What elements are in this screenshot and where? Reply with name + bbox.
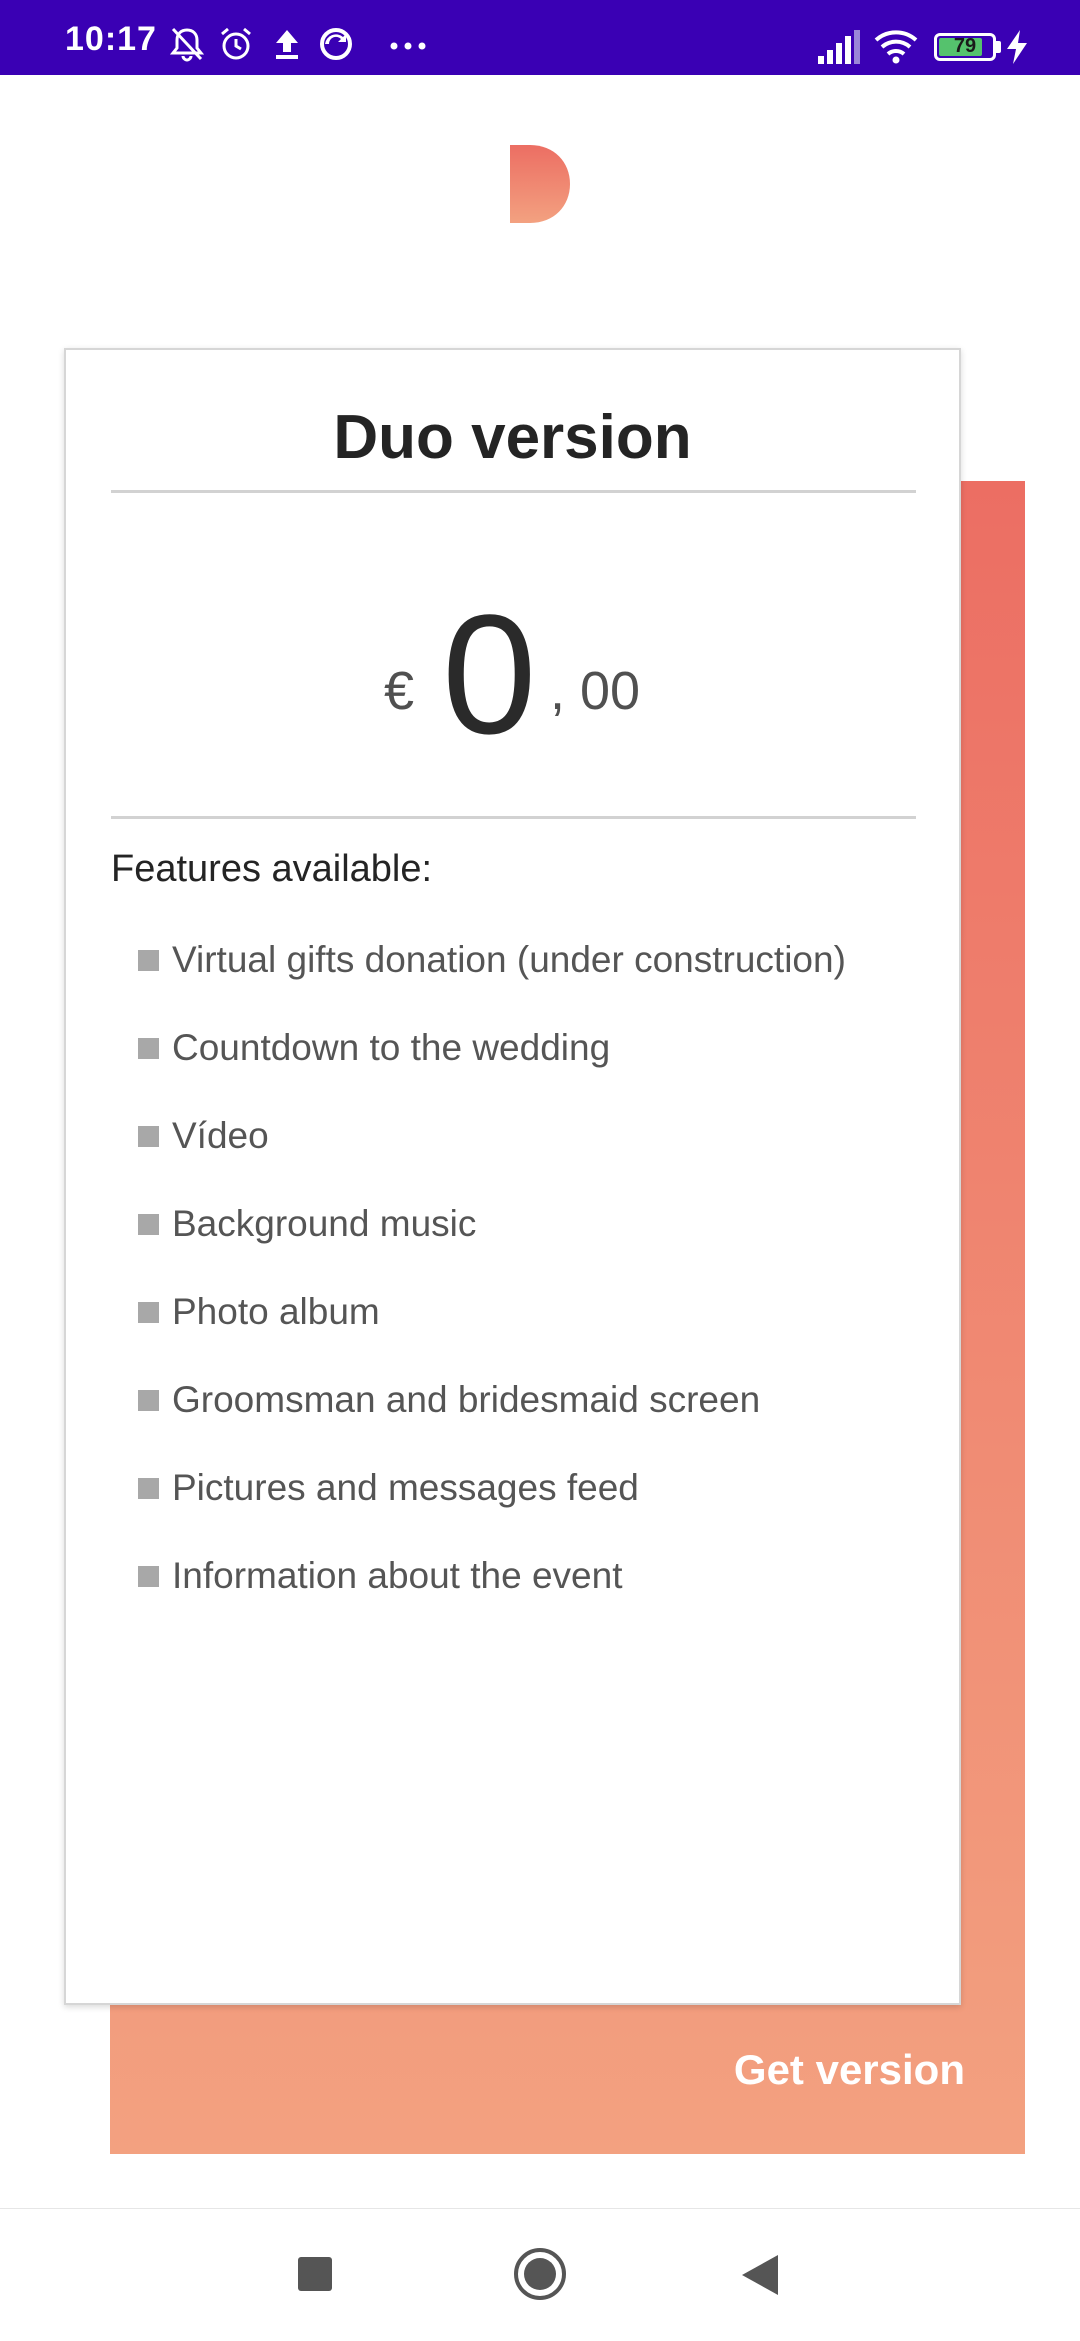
battery-tip <box>996 41 1001 53</box>
bell-off-icon <box>170 27 204 62</box>
feature-label: Virtual gifts donation (under constructi… <box>172 939 846 980</box>
battery-icon: 79 <box>934 33 996 61</box>
bullet-square-icon <box>138 1566 159 1587</box>
feature-label: Photo album <box>172 1291 380 1332</box>
list-item: Information about the event <box>138 1556 918 1596</box>
wifi-icon <box>874 30 918 64</box>
battery-level: 79 <box>953 35 977 57</box>
feature-label: Background music <box>172 1203 477 1244</box>
bullet-square-icon <box>138 1126 159 1147</box>
plan-title: Duo version <box>333 403 692 472</box>
home-icon[interactable] <box>513 2247 567 2301</box>
upload-icon <box>276 30 298 59</box>
price-whole: 0 <box>442 580 537 770</box>
get-version-button[interactable]: Get version <box>734 2046 965 2094</box>
status-bar: 10:17 79 <box>0 0 1080 75</box>
feature-label: Pictures and messages feed <box>172 1467 639 1508</box>
signal-icon <box>818 30 860 64</box>
plan-card: Duo version € 0 , 00 Features available:… <box>64 348 961 2005</box>
price-divider <box>111 816 916 819</box>
price-currency: € <box>384 661 415 721</box>
back-icon[interactable] <box>742 2255 778 2295</box>
features-list: Virtual gifts donation (under constructi… <box>138 940 918 1644</box>
plan-price: € 0 , 00 <box>66 590 959 760</box>
alarm-icon <box>221 27 251 60</box>
status-time: 10:17 <box>65 20 157 58</box>
feature-label: Countdown to the wedding <box>172 1027 611 1068</box>
sync-icon <box>320 28 352 60</box>
title-divider <box>111 490 916 493</box>
bullet-square-icon <box>138 1038 159 1059</box>
list-item: Pictures and messages feed <box>138 1468 918 1508</box>
features-heading: Features available: <box>111 848 433 890</box>
navigation-bar <box>0 2208 1080 2341</box>
bullet-square-icon <box>138 1390 159 1411</box>
feature-label: Groomsman and bridesmaid screen <box>172 1379 761 1420</box>
list-item: Countdown to the wedding <box>138 1028 918 1068</box>
list-item: Vídeo <box>138 1116 918 1156</box>
list-item: Background music <box>138 1204 918 1244</box>
bullet-square-icon <box>138 950 159 971</box>
more-icon <box>390 42 426 50</box>
bullet-square-icon <box>138 1478 159 1499</box>
feature-label: Vídeo <box>172 1115 269 1156</box>
list-item: Groomsman and bridesmaid screen <box>138 1380 918 1420</box>
list-item: Photo album <box>138 1292 918 1332</box>
price-cents: , 00 <box>550 661 641 721</box>
list-item: Virtual gifts donation (under constructi… <box>138 940 918 980</box>
charging-icon <box>1007 30 1027 64</box>
recent-apps-icon[interactable] <box>298 2257 332 2291</box>
bullet-square-icon <box>138 1302 159 1323</box>
app-logo-icon <box>510 145 570 223</box>
feature-label: Information about the event <box>172 1555 623 1596</box>
bullet-square-icon <box>138 1214 159 1235</box>
